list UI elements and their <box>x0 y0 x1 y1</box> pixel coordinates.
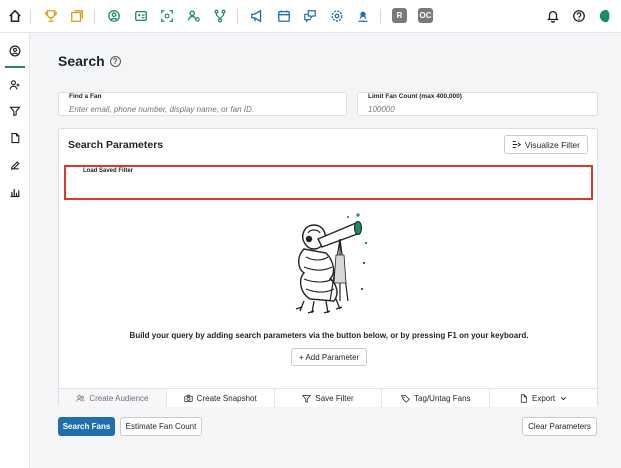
main-content: Search ? Find a Fan Limit Fan Count (max… <box>34 33 621 468</box>
create-audience-button[interactable]: Create Audience <box>59 389 167 407</box>
export-file-icon <box>520 393 527 403</box>
search-fans-button[interactable]: Search Fans <box>58 417 115 436</box>
app-badge-oc[interactable]: OC <box>418 8 433 23</box>
document-icon <box>11 132 20 144</box>
export-dropdown[interactable]: Export <box>490 389 597 407</box>
sidebar-item-search[interactable] <box>7 43 23 59</box>
action-bar: Create Audience Create Snapshot Save Fil… <box>59 388 597 407</box>
load-saved-filter-select[interactable]: Load Saved Filter <box>64 165 593 200</box>
export-label: Export <box>532 393 556 403</box>
bell-icon[interactable] <box>545 8 561 24</box>
divider <box>30 9 31 24</box>
audience-icon <box>76 394 85 402</box>
page-title-text: Search <box>58 53 105 69</box>
tag-icon <box>401 394 410 403</box>
help-circle-icon[interactable] <box>571 8 587 24</box>
add-parameter-button[interactable]: + Add Parameter <box>291 348 368 366</box>
sidebar-item-filter[interactable] <box>7 103 23 119</box>
branch-icon[interactable] <box>212 8 228 24</box>
estimate-fan-count-button[interactable]: Estimate Fan Count <box>120 417 202 436</box>
sidebar-item-reports[interactable] <box>7 184 23 200</box>
page-title: Search ? <box>58 53 121 69</box>
save-filter-button[interactable]: Save Filter <box>275 389 383 407</box>
empty-state-text: Build your query by adding search parame… <box>129 331 529 340</box>
save-filter-label: Save Filter <box>315 393 354 403</box>
bar-chart-icon <box>10 189 20 198</box>
filter-icon <box>302 394 312 403</box>
edit-icon <box>10 161 20 170</box>
trophy-icon[interactable] <box>43 8 59 24</box>
clear-parameters-button[interactable]: Clear Parameters <box>522 417 597 436</box>
divider <box>380 9 381 24</box>
find-fan-field: Find a Fan <box>58 92 347 116</box>
gallery-icon[interactable] <box>69 8 85 24</box>
visualize-filter-button[interactable]: Visualize Filter <box>503 135 588 154</box>
user-circle-icon <box>9 45 21 57</box>
search-parameters-card: Search Parameters Visualize Filter Load … <box>58 128 598 407</box>
filter-icon <box>9 106 21 117</box>
user-settings-icon[interactable] <box>186 8 202 24</box>
find-fan-input[interactable] <box>69 105 329 114</box>
sidebar-item-fan[interactable] <box>7 77 23 93</box>
visualize-icon <box>512 141 521 148</box>
megaphone-icon[interactable] <box>249 8 265 24</box>
location-user-icon[interactable] <box>355 8 371 24</box>
active-indicator <box>5 66 25 68</box>
chat-icon[interactable] <box>302 8 318 24</box>
load-saved-filter-label: Load Saved Filter <box>83 168 134 174</box>
sidebar-item-documents[interactable] <box>7 130 23 146</box>
camera-icon <box>184 394 193 402</box>
left-sidebar <box>0 33 30 468</box>
home-icon[interactable] <box>7 8 23 24</box>
calendar-icon[interactable] <box>276 8 292 24</box>
create-snapshot-button[interactable]: Create Snapshot <box>167 389 275 407</box>
limit-fan-count-input[interactable] <box>368 105 568 114</box>
face-scan-icon[interactable] <box>159 8 175 24</box>
limit-fan-count-label: Limit Fan Count (max 400,000) <box>368 93 462 100</box>
create-audience-label: Create Audience <box>89 393 149 403</box>
divider <box>237 9 238 24</box>
user-circle-icon[interactable] <box>106 8 122 24</box>
brand-logo-icon[interactable] <box>598 8 614 24</box>
search-parameters-title: Search Parameters <box>68 139 164 151</box>
create-snapshot-label: Create Snapshot <box>196 393 257 403</box>
chevron-down-icon <box>561 396 567 400</box>
app-badge-r[interactable]: R <box>392 8 407 23</box>
top-nav-bar: R OC <box>0 0 621 33</box>
find-fan-label: Find a Fan <box>69 93 102 100</box>
gear-icon[interactable] <box>329 8 345 24</box>
user-add-icon <box>9 80 20 90</box>
visualize-filter-label: Visualize Filter <box>524 139 580 150</box>
tag-untag-fans-label: Tag/Untag Fans <box>414 393 471 403</box>
sidebar-item-edit[interactable] <box>7 157 23 173</box>
id-card-icon[interactable] <box>133 8 149 24</box>
divider <box>94 9 95 24</box>
help-icon[interactable]: ? <box>109 55 121 67</box>
telescope-illustration-icon <box>295 213 368 314</box>
limit-fan-count-field: Limit Fan Count (max 400,000) <box>357 92 598 116</box>
tag-untag-fans-button[interactable]: Tag/Untag Fans <box>382 389 491 407</box>
